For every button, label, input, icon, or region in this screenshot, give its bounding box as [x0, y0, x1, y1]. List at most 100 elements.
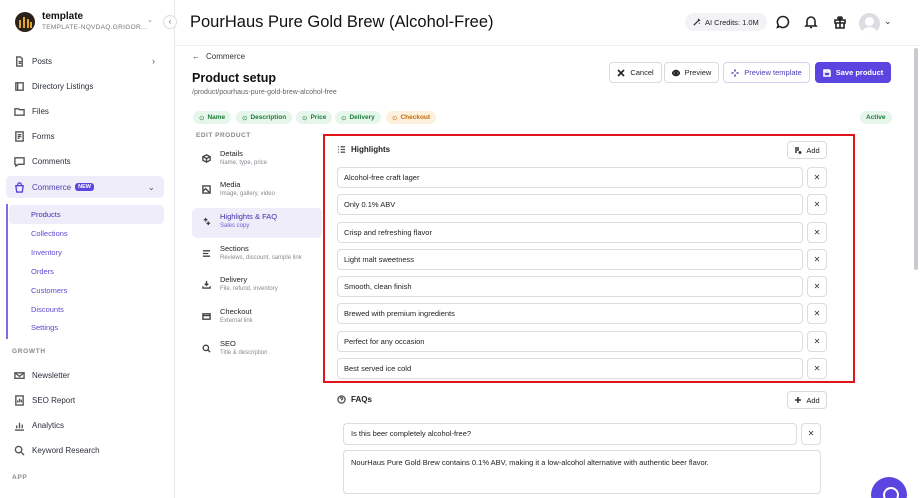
- box-icon: [202, 154, 211, 163]
- plus-icon: [795, 397, 802, 403]
- highlight-input[interactable]: Alcohol-free craft lager: [337, 167, 803, 188]
- mail-icon: [14, 371, 25, 379]
- highlight-input[interactable]: Perfect for any occasion: [337, 331, 803, 352]
- sidebar-subitem-inventory[interactable]: Inventory: [9, 243, 164, 262]
- highlight-input[interactable]: Only 0.1% ABV: [337, 194, 803, 215]
- workspace-switcher[interactable]: template TEMPLATE-NQVDAQ.GRIGOR... ⌄: [15, 11, 165, 35]
- highlight-input[interactable]: Brewed with premium ingredients: [337, 303, 803, 324]
- sidebar-subitem-products[interactable]: Products: [9, 205, 164, 224]
- gift-icon[interactable]: [833, 15, 847, 29]
- edit-menu-sections[interactable]: Sections Reviews, discount, sample link: [192, 240, 322, 270]
- edit-menu-details[interactable]: Details Name, type, price: [192, 145, 322, 175]
- avatar[interactable]: [859, 13, 880, 34]
- section-label-growth: GROWTH: [12, 348, 46, 355]
- sidebar: template TEMPLATE-NQVDAQ.GRIGOR... ⌄ ‹ P…: [0, 0, 177, 498]
- back-link[interactable]: ← Commerce: [192, 52, 245, 61]
- edit-menu-checkout[interactable]: Checkout External link: [192, 303, 322, 333]
- chevron-right-icon: ›: [152, 56, 155, 66]
- section-label-app: APP: [12, 474, 28, 481]
- ai-credits-badge[interactable]: AI Credits: 1.0M: [685, 13, 767, 31]
- remove-highlight-button[interactable]: ✕: [807, 276, 827, 297]
- chevron-down-icon[interactable]: ⌄: [884, 16, 892, 27]
- sidebar-subitem-discounts[interactable]: Discounts: [9, 300, 164, 319]
- list-plus-icon: [795, 147, 802, 154]
- sidebar-subitem-orders[interactable]: Orders: [9, 262, 164, 281]
- eye-icon: [671, 69, 680, 76]
- remove-highlight-button[interactable]: ✕: [807, 249, 827, 270]
- remove-highlight-button[interactable]: ✕: [807, 331, 827, 352]
- remove-highlight-button[interactable]: ✕: [807, 194, 827, 215]
- add-highlight-button[interactable]: Add: [787, 141, 827, 159]
- faq-answer-textarea[interactable]: NourHaus Pure Gold Brew contains 0.1% AB…: [343, 450, 821, 494]
- sidebar-item-posts[interactable]: Posts ›: [6, 50, 164, 72]
- arrow-left-icon: ←: [192, 52, 200, 61]
- sidebar-subitem-customers[interactable]: Customers: [9, 281, 164, 300]
- clock-icon: ⊙: [392, 114, 398, 122]
- faq-question-input[interactable]: Is this beer completely alcohol-free?: [343, 423, 797, 445]
- new-badge: NEW: [75, 183, 94, 191]
- highlight-input[interactable]: Light malt sweetness: [337, 249, 803, 270]
- sidebar-item-forms[interactable]: Forms: [6, 125, 164, 147]
- edit-menu-media[interactable]: Media Image, gallery, video: [192, 176, 322, 206]
- status-chip-description: ⊙ Description: [236, 111, 293, 124]
- bell-icon[interactable]: [804, 15, 818, 29]
- brand-logo: [15, 12, 35, 32]
- remove-faq-button[interactable]: ✕: [801, 423, 821, 445]
- remove-highlight-button[interactable]: ✕: [807, 222, 827, 243]
- sidebar-item-directory-listings[interactable]: Directory Listings: [6, 75, 164, 97]
- add-faq-button[interactable]: Add: [787, 391, 827, 409]
- edit-menu-seo[interactable]: SEO Title & description: [192, 335, 322, 365]
- remove-highlight-button[interactable]: ✕: [807, 358, 827, 379]
- close-icon: [617, 68, 625, 77]
- remove-highlight-button[interactable]: ✕: [807, 167, 827, 188]
- edit-menu-highlights-faq[interactable]: Highlights & FAQ Sales copy: [192, 208, 322, 238]
- workspace-domain: TEMPLATE-NQVDAQ.GRIGOR...: [42, 24, 148, 31]
- download-icon: [202, 280, 211, 289]
- check-circle-icon: ⊙: [341, 114, 347, 122]
- chat-icon[interactable]: [776, 15, 790, 29]
- sidebar-subitem-settings[interactable]: Settings: [9, 318, 164, 337]
- sparkle-icon: [731, 69, 739, 76]
- chevron-updown-icon: ⌄: [147, 17, 153, 24]
- report-icon: [15, 394, 24, 406]
- form-icon: [15, 130, 24, 142]
- status-chip-checkout: ⊙ Checkout: [386, 111, 437, 124]
- sparkle-icon: [203, 217, 211, 226]
- sidebar-item-keyword-research[interactable]: Keyword Research: [6, 439, 164, 461]
- remove-highlight-button[interactable]: ✕: [807, 303, 827, 324]
- submenu-rail: [6, 204, 8, 339]
- page-title: PourHaus Pure Gold Brew (Alcohol-Free): [190, 13, 494, 31]
- shopping-bag-icon: [15, 181, 24, 193]
- highlight-input[interactable]: Best served ice cold: [337, 358, 803, 379]
- chat-support-button[interactable]: [871, 477, 907, 498]
- save-product-button[interactable]: Save product: [815, 62, 891, 83]
- preview-template-button[interactable]: Preview template: [723, 62, 810, 83]
- highlight-input[interactable]: Crisp and refreshing flavor: [337, 222, 803, 243]
- image-icon: [202, 185, 211, 194]
- document-icon: [16, 55, 23, 67]
- sidebar-item-analytics[interactable]: Analytics: [6, 414, 164, 436]
- card-icon: [202, 313, 211, 320]
- magic-wand-icon: [693, 18, 701, 26]
- sidebar-item-commerce[interactable]: Commerce NEW ⌄: [6, 176, 164, 198]
- sidebar-item-newsletter[interactable]: Newsletter: [6, 364, 164, 386]
- sidebar-subitem-collections[interactable]: Collections: [9, 224, 164, 243]
- cancel-button[interactable]: Cancel: [609, 62, 662, 83]
- list-icon: [337, 146, 346, 153]
- sidebar-item-comments[interactable]: Comments: [6, 150, 164, 172]
- sidebar-item-files[interactable]: Files: [6, 100, 164, 122]
- product-slug: /product/pourhaus-pure-gold-brew-alcohol…: [192, 89, 337, 96]
- scrollbar[interactable]: [914, 48, 918, 270]
- search-icon: [202, 344, 211, 353]
- help-circle-icon: [337, 395, 346, 404]
- sidebar-item-seo-report[interactable]: SEO Report: [6, 389, 164, 411]
- edit-menu-delivery[interactable]: Delivery File, refund, inventory: [192, 271, 322, 301]
- workspace-name: template: [42, 11, 84, 22]
- section-title: Product setup: [192, 71, 277, 85]
- check-circle-icon: ⊙: [242, 114, 248, 122]
- preview-button[interactable]: Preview: [664, 62, 719, 83]
- search-icon: [14, 445, 25, 456]
- check-circle-icon: ⊙: [199, 114, 205, 122]
- chevron-down-icon: ⌄: [147, 181, 155, 192]
- highlight-input[interactable]: Smooth, clean finish: [337, 276, 803, 297]
